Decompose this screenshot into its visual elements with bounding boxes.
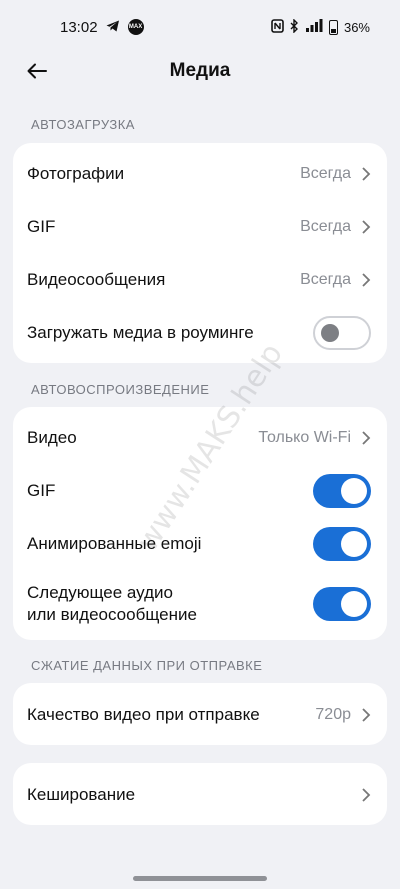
row-label: Кеширование [27, 784, 136, 804]
row-label: Фотографии [27, 163, 125, 183]
next-audio-toggle[interactable] [313, 587, 371, 621]
row-video-quality[interactable]: Качество видео при отправке 720p [13, 688, 387, 741]
toggle-knob [321, 323, 339, 342]
telegram-icon [106, 19, 120, 36]
status-bar: 13:02 MAX 36% [0, 0, 400, 54]
row-value: Всегда [300, 217, 351, 235]
status-left: 13:02 MAX [60, 19, 144, 36]
status-right: 36% [271, 17, 370, 36]
row-animated-emoji: Анимированные emoji [13, 517, 387, 570]
row-label: Анимированные emoji [27, 533, 202, 553]
row-gif-autoload[interactable]: GIF Всегда [13, 200, 387, 253]
row-label: Видео [27, 427, 77, 447]
row-next-audio: Следующее аудио или видеосообщение [13, 572, 387, 636]
row-caching[interactable]: Кеширование [13, 768, 387, 821]
card-autoplay: Видео Только Wi-Fi GIF Анимированные emo… [13, 407, 387, 640]
toggle-knob [341, 591, 367, 617]
row-video-messages[interactable]: Видеосообщения Всегда [13, 253, 387, 306]
chevron-right-icon [362, 430, 371, 445]
row-video-autoplay[interactable]: Видео Только Wi-Fi [13, 411, 387, 464]
row-label-line2: или видеосообщение [27, 605, 197, 624]
row-label: Видеосообщения [27, 269, 166, 289]
row-label: Качество видео при отправке [27, 704, 260, 724]
header: Медиа [0, 54, 400, 88]
row-value: Всегда [300, 270, 351, 288]
battery-icon [328, 19, 338, 35]
section-title-autoload: АВТОЗАГРУЗКА [31, 117, 135, 132]
row-label: Загружать медиа в роуминге [27, 322, 254, 342]
max-icon: MAX [127, 19, 144, 35]
card-cache: Кеширование [13, 763, 387, 825]
row-label: GIF [27, 480, 56, 500]
row-value: Всегда [300, 164, 351, 182]
card-compression: Качество видео при отправке 720p [13, 683, 387, 745]
row-gif-autoplay: GIF [13, 464, 387, 517]
chevron-right-icon [362, 166, 371, 181]
chevron-right-icon [362, 787, 371, 802]
nfc-icon [271, 18, 284, 36]
status-time: 13:02 [60, 18, 98, 36]
roaming-toggle[interactable] [313, 315, 371, 350]
battery-percent: 36% [343, 19, 370, 35]
chevron-right-icon [362, 219, 371, 234]
page-title: Медиа [169, 60, 231, 81]
home-indicator[interactable] [133, 876, 267, 881]
chevron-right-icon [362, 272, 371, 287]
section-title-autoplay: АВТОВОСПРОИЗВЕДЕНИЕ [31, 382, 210, 397]
arrow-left-icon [27, 63, 47, 79]
back-button[interactable] [22, 56, 52, 86]
row-label-line1: Следующее аудио [27, 583, 173, 602]
animated-emoji-toggle[interactable] [313, 526, 371, 561]
row-label: GIF [27, 216, 56, 236]
section-title-compression: СЖАТИЕ ДАННЫХ ПРИ ОТПРАВКЕ [31, 658, 263, 673]
card-autoload: Фотографии Всегда GIF Всегда Видеосообще… [13, 143, 387, 363]
row-value: Только Wi-Fi [258, 428, 351, 446]
row-value: 720p [315, 705, 351, 723]
row-photos[interactable]: Фотографии Всегда [13, 147, 387, 200]
bluetooth-icon [290, 17, 299, 36]
toggle-knob [341, 530, 367, 557]
row-roaming: Загружать медиа в роуминге [13, 306, 387, 359]
signal-icon [305, 18, 323, 36]
toggle-knob [341, 477, 367, 504]
row-label: Следующее аудио или видеосообщение [27, 582, 197, 626]
gif-autoplay-toggle[interactable] [313, 473, 371, 508]
chevron-right-icon [362, 707, 371, 722]
